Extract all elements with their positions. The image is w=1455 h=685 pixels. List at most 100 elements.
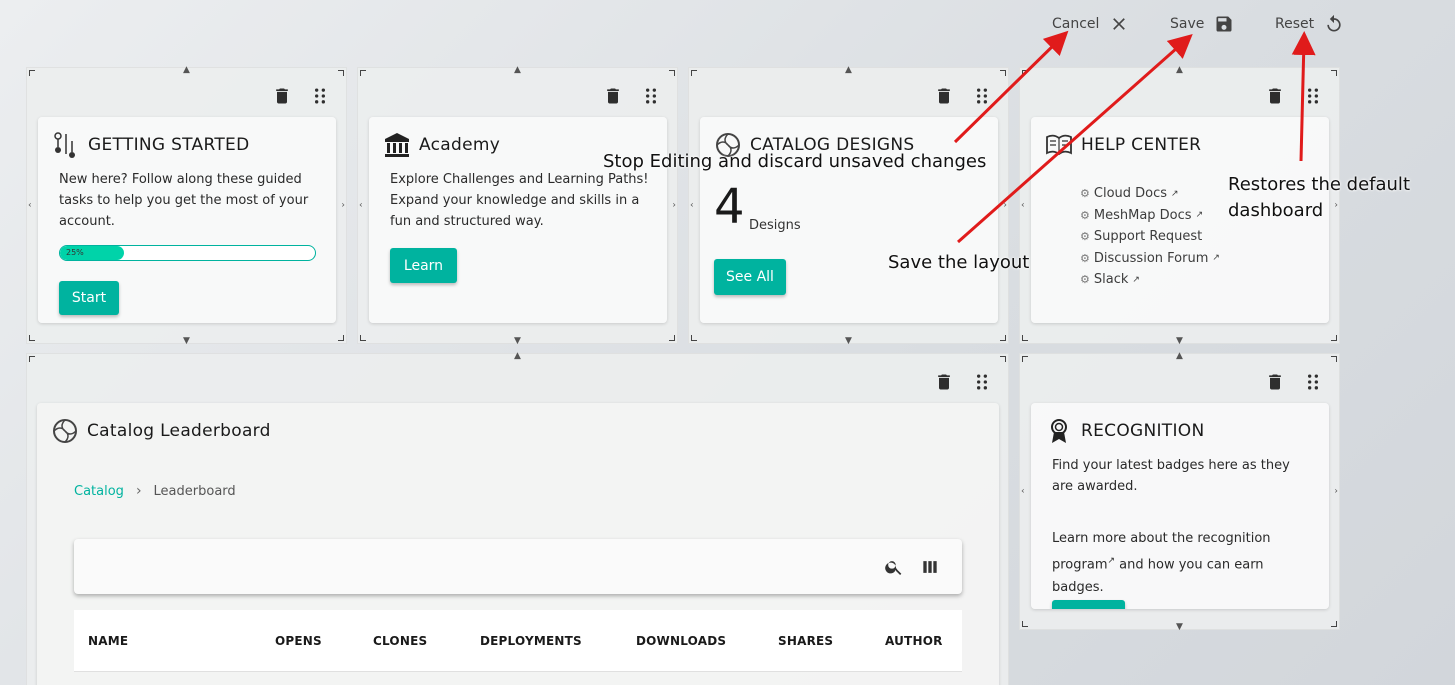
resize-corner[interactable] xyxy=(1022,70,1028,76)
resize-handle-top[interactable]: ▲ xyxy=(183,66,190,75)
help-link-cloud-docs[interactable]: ⚙ Cloud Docs ↗ xyxy=(1080,183,1220,205)
academy-widget[interactable]: ▲ ▼ ‹ › Academy Explore Challenges and L… xyxy=(357,66,678,346)
catalog-designs-widget[interactable]: ▲ ▼ ‹ › CATALOG DESIGNS 4 Designs See Al… xyxy=(688,66,1009,346)
resize-corner[interactable] xyxy=(360,335,366,341)
save-button[interactable]: Save xyxy=(1170,12,1234,36)
column-header-author[interactable]: AUTHOR xyxy=(885,634,943,648)
resize-handle-top[interactable]: ▲ xyxy=(514,66,521,75)
resize-handle-left[interactable]: ‹ xyxy=(690,201,694,210)
academy-title: Academy xyxy=(419,135,501,155)
help-link-slack[interactable]: ⚙ Slack ↗ xyxy=(1080,269,1220,291)
resize-handle-left[interactable]: ‹ xyxy=(359,201,363,210)
resize-handle-bottom[interactable]: ▼ xyxy=(1176,623,1183,632)
delete-icon[interactable] xyxy=(272,86,292,106)
resize-handle-top[interactable]: ▲ xyxy=(845,66,852,75)
resize-corner[interactable] xyxy=(1022,335,1028,341)
resize-handle-right[interactable]: › xyxy=(1003,201,1007,210)
column-header-opens[interactable]: OPENS xyxy=(275,634,322,648)
resize-corner[interactable] xyxy=(1000,356,1006,362)
reset-icon xyxy=(1327,14,1341,32)
search-icon[interactable] xyxy=(884,557,904,577)
column-header-name[interactable]: NAME xyxy=(88,634,128,648)
help-link-meshmap-docs[interactable]: ⚙ MeshMap Docs ↗ xyxy=(1080,205,1220,227)
resize-corner[interactable] xyxy=(1022,356,1028,362)
catalog-designs-card: CATALOG DESIGNS 4 Designs See All xyxy=(700,117,998,323)
resize-corner[interactable] xyxy=(669,335,675,341)
help-link-label: Slack xyxy=(1093,272,1129,288)
delete-icon[interactable] xyxy=(1265,372,1285,392)
resize-corner[interactable] xyxy=(1331,70,1337,76)
delete-icon[interactable] xyxy=(934,86,954,106)
column-header-shares[interactable]: SHARES xyxy=(778,634,833,648)
view-columns-icon[interactable] xyxy=(920,557,940,577)
resize-corner[interactable] xyxy=(1331,621,1337,627)
getting-started-description: New here? Follow along these guided task… xyxy=(59,172,309,229)
designs-count: 4 xyxy=(714,179,745,235)
delete-icon[interactable] xyxy=(934,372,954,392)
drag-handle-icon[interactable] xyxy=(972,372,992,392)
drag-handle-icon[interactable] xyxy=(310,86,330,106)
see-all-button[interactable]: See All xyxy=(714,259,786,295)
gear-bullet-icon: ⚙ xyxy=(1080,273,1090,287)
help-link-support-request[interactable]: ⚙ Support Request xyxy=(1080,226,1220,248)
resize-handle-top[interactable]: ▲ xyxy=(1176,352,1183,361)
academy-building-icon xyxy=(385,133,409,157)
drag-handle-icon[interactable] xyxy=(1303,372,1323,392)
resize-handle-right[interactable]: › xyxy=(672,201,676,210)
resize-corner[interactable] xyxy=(29,335,35,341)
save-annotation: Save the layout xyxy=(888,252,1030,273)
resize-handle-left[interactable]: ‹ xyxy=(28,201,32,210)
resize-corner[interactable] xyxy=(691,70,697,76)
delete-icon[interactable] xyxy=(1265,86,1285,106)
recognition-title: RECOGNITION xyxy=(1081,421,1205,441)
resize-handle-top[interactable]: ▲ xyxy=(514,352,521,361)
reset-button[interactable]: Reset xyxy=(1275,12,1344,36)
external-link-icon: ↗ xyxy=(1132,274,1140,285)
resize-corner[interactable] xyxy=(1331,335,1337,341)
learn-button[interactable]: Learn xyxy=(390,248,457,283)
resize-handle-left[interactable]: ‹ xyxy=(1021,487,1025,496)
resize-corner[interactable] xyxy=(1000,70,1006,76)
resize-corner[interactable] xyxy=(338,335,344,341)
recognition-button[interactable] xyxy=(1052,600,1125,609)
leaderboard-title: Catalog Leaderboard xyxy=(87,421,271,441)
resize-handle-right[interactable]: › xyxy=(341,201,345,210)
drag-handle-icon[interactable] xyxy=(641,86,661,106)
resize-corner[interactable] xyxy=(360,70,366,76)
drag-handle-icon[interactable] xyxy=(972,86,992,106)
drag-handle-icon[interactable] xyxy=(1303,86,1323,106)
column-header-clones[interactable]: CLONES xyxy=(373,634,427,648)
getting-started-widget[interactable]: ▲ ▼ ‹ › GETTING STARTED New here? Follow… xyxy=(26,66,347,346)
breadcrumb: Catalog › Leaderboard xyxy=(74,483,236,499)
column-header-downloads[interactable]: DOWNLOADS xyxy=(636,634,726,648)
resize-handle-bottom[interactable]: ▼ xyxy=(514,337,521,346)
help-link-discussion-forum[interactable]: ⚙ Discussion Forum ↗ xyxy=(1080,248,1220,270)
resize-corner[interactable] xyxy=(1000,335,1006,341)
resize-handle-right[interactable]: › xyxy=(1334,487,1338,496)
resize-handle-left[interactable]: ‹ xyxy=(1021,201,1025,210)
cancel-button[interactable]: Cancel xyxy=(1052,12,1129,36)
resize-handle-bottom[interactable]: ▼ xyxy=(845,337,852,346)
resize-handle-bottom[interactable]: ▼ xyxy=(1176,337,1183,346)
reset-annotation-line2: dashboard xyxy=(1228,200,1324,221)
resize-corner[interactable] xyxy=(1022,621,1028,627)
recognition-widget[interactable]: ▲ ▼ ‹ › RECOGNITION Find your latest bad… xyxy=(1019,352,1340,632)
breadcrumb-current: Leaderboard xyxy=(153,483,236,499)
column-header-deployments[interactable]: DEPLOYMENTS xyxy=(480,634,582,648)
resize-corner[interactable] xyxy=(29,70,35,76)
resize-corner[interactable] xyxy=(691,335,697,341)
resize-handle-bottom[interactable]: ▼ xyxy=(183,337,190,346)
resize-corner[interactable] xyxy=(669,70,675,76)
start-button[interactable]: Start xyxy=(59,281,119,315)
resize-corner[interactable] xyxy=(29,356,35,362)
resize-handle-top[interactable]: ▲ xyxy=(1176,66,1183,75)
help-link-label: MeshMap Docs xyxy=(1093,207,1192,223)
open-book-icon xyxy=(1046,134,1072,156)
resize-handle-right[interactable]: › xyxy=(1334,201,1338,210)
delete-icon[interactable] xyxy=(603,86,623,106)
resize-corner[interactable] xyxy=(1331,356,1337,362)
leaderboard-widget[interactable]: ▲ Catalog Leaderboard Catalog › Leaderbo… xyxy=(26,352,1009,685)
card-title: Catalog Leaderboard xyxy=(51,417,271,445)
breadcrumb-catalog-link[interactable]: Catalog xyxy=(74,484,124,499)
resize-corner[interactable] xyxy=(338,70,344,76)
